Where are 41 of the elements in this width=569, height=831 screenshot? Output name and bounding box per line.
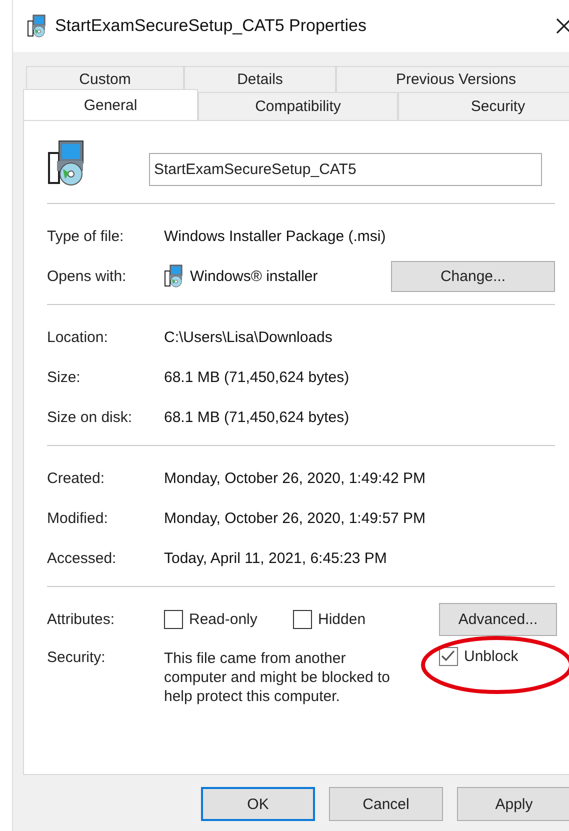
field-label: Created: [47, 470, 106, 486]
app-name: Windows® installer [190, 268, 318, 284]
installer-icon [164, 264, 184, 288]
tab[interactable]: Compatibility [198, 92, 398, 120]
window-title: StartExamSecureSetup_CAT5 Properties [55, 16, 366, 36]
field-label: Modified: [47, 510, 109, 526]
checkmark-icon [440, 648, 456, 664]
close-icon[interactable] [556, 18, 569, 34]
checkbox[interactable] [293, 610, 312, 628]
dialog-button[interactable]: OK [201, 787, 315, 821]
field-label: Size on disk: [47, 408, 134, 426]
checkbox-label[interactable]: Hidden [318, 610, 366, 628]
field-value: Monday, October 26, 2020, 1:49:42 PM [164, 470, 426, 486]
security-message: This file came from another computer and might be blocked to help protect this computer. [164, 649, 391, 706]
field-value: Today, April 11, 2021, 6:45:23 PM [164, 550, 387, 566]
field-label: Accessed: [47, 550, 118, 566]
field-value: 68.1 MB (71,450,624 bytes) [164, 408, 350, 426]
field-value: Windows Installer Package (.msi) [164, 228, 386, 244]
field-value: 68.1 MB (71,450,624 bytes) [164, 368, 350, 386]
file-name-field[interactable]: StartExamSecureSetup_CAT5 [149, 153, 542, 186]
tab[interactable]: General [23, 89, 198, 120]
checkbox-label[interactable]: Unblock [464, 648, 518, 665]
field-label: Attributes: [47, 610, 116, 628]
change-button[interactable]: Change... [391, 260, 555, 292]
field-label: Type of file: [47, 228, 125, 244]
advanced-button[interactable]: Advanced... [439, 602, 557, 636]
tab[interactable]: Details [184, 66, 336, 92]
field-value: Monday, October 26, 2020, 1:49:57 PM [164, 510, 426, 526]
app-icon [27, 14, 47, 38]
field-label: Location: [47, 328, 109, 346]
field-label: Opens with: [47, 268, 128, 284]
checkbox[interactable] [164, 610, 183, 628]
field-value: C:\Users\Lisa\Downloads [164, 328, 332, 346]
tab[interactable]: Security [398, 92, 569, 120]
dialog-button[interactable]: Cancel [329, 787, 443, 821]
checkbox-label[interactable]: Read-only [189, 610, 258, 628]
checkbox[interactable] [439, 647, 458, 666]
field-label: Security: [47, 649, 106, 668]
field-label: Size: [47, 368, 82, 386]
dialog-button[interactable]: Apply [457, 787, 569, 821]
tab[interactable]: Previous Versions [336, 66, 569, 92]
